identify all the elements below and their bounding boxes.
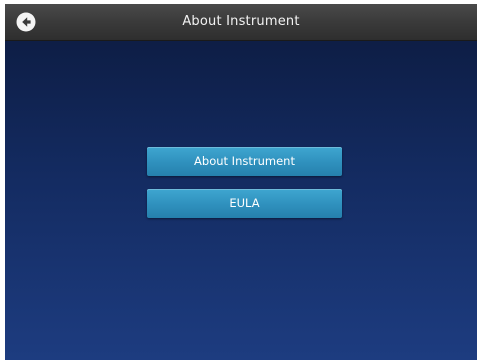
instrument-screen: About Instrument About Instrument EULA xyxy=(5,4,477,360)
about-instrument-button[interactable]: About Instrument xyxy=(147,147,342,176)
page-title: About Instrument xyxy=(182,14,300,29)
back-button[interactable] xyxy=(16,12,36,32)
about-instrument-button-label: About Instrument xyxy=(194,154,295,168)
eula-button[interactable]: EULA xyxy=(147,189,342,218)
arrow-left-circle-icon xyxy=(16,12,36,32)
eula-button-label: EULA xyxy=(229,196,260,210)
title-bar: About Instrument xyxy=(5,4,477,41)
